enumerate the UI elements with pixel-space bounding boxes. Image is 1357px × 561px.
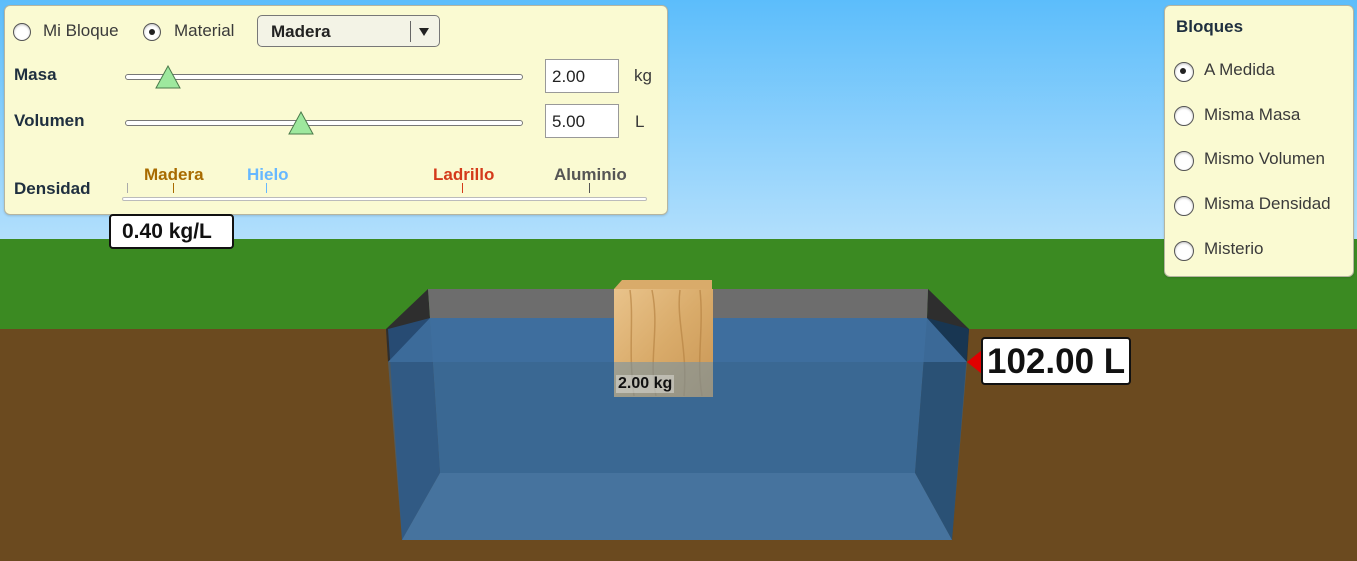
marker-ladrillo-tick — [462, 183, 463, 193]
blocks-panel: Bloques A Medida Misma Masa Mismo Volume… — [1164, 5, 1354, 277]
mismo-volumen-label[interactable]: Mismo Volumen — [1204, 149, 1325, 169]
density-scale-track — [122, 197, 647, 201]
marker-ladrillo-label: Ladrillo — [433, 165, 495, 184]
marker-madera-tick — [173, 183, 174, 193]
misma-masa-radio[interactable] — [1174, 106, 1194, 126]
marker-aluminio-label: Aluminio — [554, 165, 627, 184]
mass-input[interactable]: 2.00 — [545, 59, 619, 93]
marker-hielo-label: Hielo — [247, 165, 289, 184]
material-radio[interactable] — [143, 23, 161, 41]
control-panel: Mi Bloque Material Madera Masa 2.00 kg V… — [4, 5, 668, 215]
volume-slider-thumb[interactable] — [288, 111, 314, 135]
volume-label: Volumen — [14, 111, 85, 130]
volume-input[interactable]: 5.00 — [545, 104, 619, 138]
marker-aluminio-tick — [589, 183, 590, 193]
density-label: Densidad — [14, 179, 91, 198]
volume-unit: L — [635, 112, 645, 131]
a-medida-radio[interactable] — [1174, 62, 1194, 82]
misterio-radio[interactable] — [1174, 241, 1194, 261]
marker-madera-label: Madera — [144, 165, 204, 184]
volume-slider-track[interactable] — [125, 120, 523, 126]
block-mass-label: 2.00 kg — [616, 375, 675, 393]
mi-bloque-radio[interactable] — [13, 23, 31, 41]
material-dropdown-value: Madera — [271, 22, 331, 41]
mismo-volumen-radio[interactable] — [1174, 151, 1194, 171]
density-readout: 0.40 kg/L — [109, 214, 234, 249]
material-dropdown[interactable]: Madera — [257, 15, 440, 47]
mi-bloque-label[interactable]: Mi Bloque — [43, 21, 119, 41]
chevron-down-icon[interactable] — [419, 28, 429, 36]
a-medida-label[interactable]: A Medida — [1204, 60, 1275, 80]
wood-block-top — [614, 280, 712, 289]
mass-label: Masa — [14, 65, 57, 84]
misma-densidad-radio[interactable] — [1174, 196, 1194, 216]
misterio-label[interactable]: Misterio — [1204, 239, 1264, 259]
dropdown-separator — [410, 21, 411, 42]
pool-volume-readout: 102.00 L — [981, 337, 1131, 385]
marker-hielo-tick — [266, 183, 267, 193]
mass-slider-thumb[interactable] — [155, 65, 181, 89]
blocks-panel-title: Bloques — [1176, 17, 1244, 36]
mass-unit: kg — [634, 66, 652, 85]
misma-masa-label[interactable]: Misma Masa — [1204, 105, 1300, 125]
misma-densidad-label[interactable]: Misma Densidad — [1204, 194, 1331, 214]
material-label[interactable]: Material — [174, 21, 234, 41]
mass-slider-track[interactable] — [125, 74, 523, 80]
density-scale-start-tick — [127, 183, 128, 193]
